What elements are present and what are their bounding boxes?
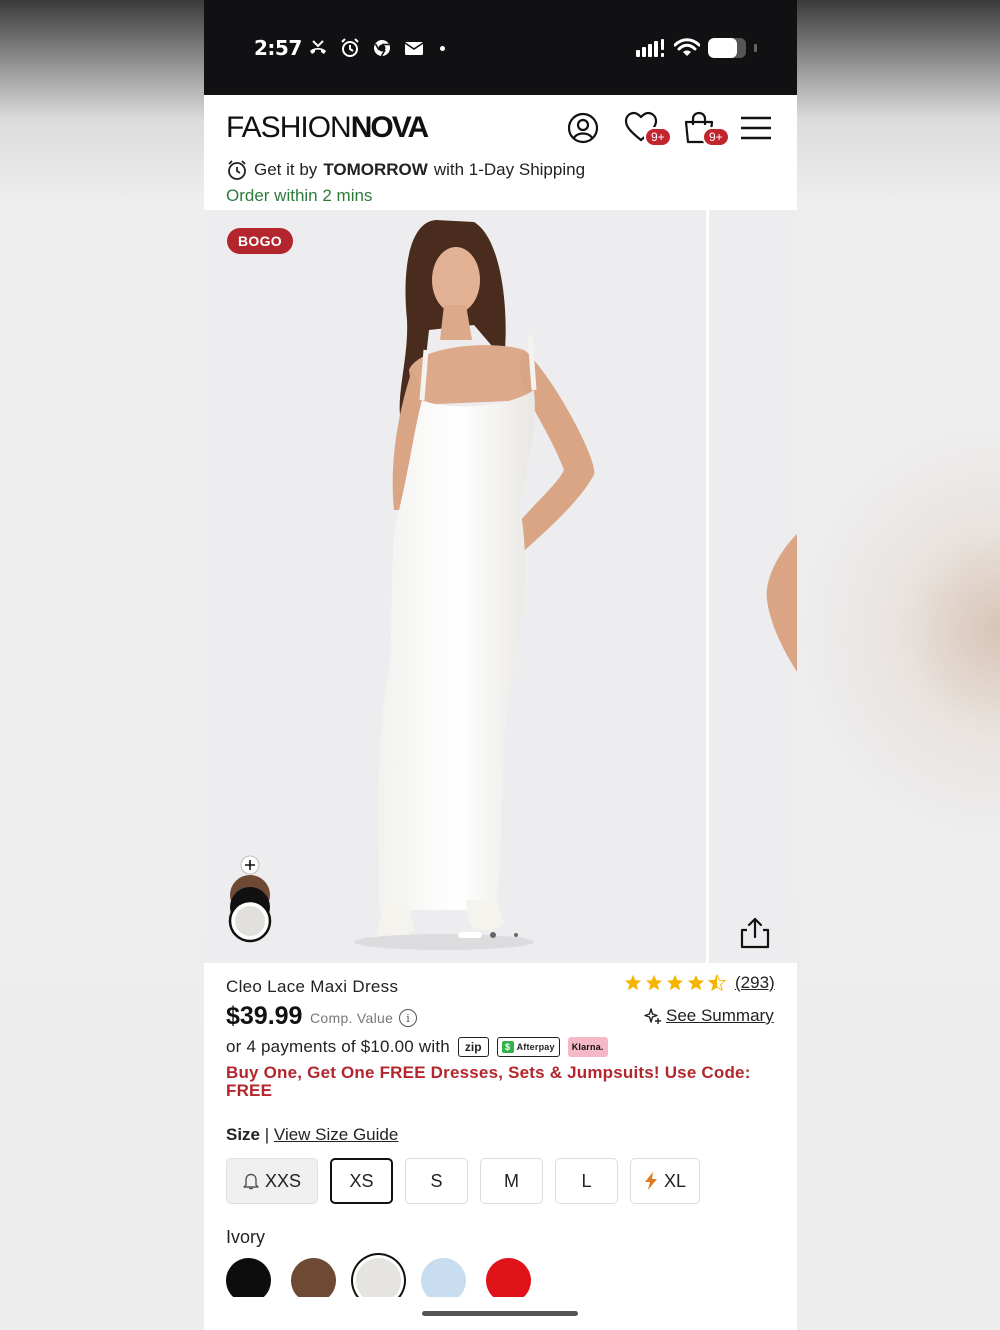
status-bar: 2:57: [204, 0, 797, 95]
size-option-xs[interactable]: XS: [330, 1158, 393, 1204]
home-indicator[interactable]: [422, 1311, 578, 1316]
payments-text: or 4 payments of $10.00 with: [226, 1037, 450, 1056]
pagination-active-dot[interactable]: [458, 932, 482, 938]
pagination-dot[interactable]: [490, 932, 496, 938]
color-swatch-stack[interactable]: [228, 855, 272, 955]
star-full-icon: [624, 974, 642, 991]
cellular-signal-icon: [636, 39, 664, 57]
size-label-text: S: [430, 1170, 443, 1191]
logo-bold-text: NOVA: [350, 111, 429, 144]
bell-notify-icon: [243, 1173, 259, 1190]
shipping-day: TOMORROW: [323, 160, 428, 179]
size-label-text: XL: [663, 1170, 687, 1191]
star-full-icon: [645, 974, 663, 991]
mail-icon: [404, 42, 424, 55]
size-option-xxs[interactable]: XXS: [226, 1158, 318, 1204]
battery-fill: [708, 38, 737, 58]
notification-dot: [440, 45, 445, 51]
size-option-l[interactable]: L: [555, 1158, 618, 1204]
afterpay-label: Afterpay: [516, 1042, 555, 1052]
promo-message: Buy One, Get One FREE Dresses, Sets & Ju…: [226, 1063, 751, 1100]
installment-payments: or 4 payments of $10.00 with zip $ After…: [226, 1037, 608, 1057]
review-count-link[interactable]: (293): [735, 973, 775, 993]
size-label-text: L: [581, 1170, 592, 1191]
klarna-badge[interactable]: Klarna.: [567, 1037, 608, 1057]
alarm-icon: [341, 38, 359, 57]
status-notification-icons: [308, 38, 445, 58]
shipping-prefix: Get it by: [254, 160, 318, 179]
phone-screen: 2:57 FASHIONNOVA 9+ 9+ Get it by TOMORRO…: [204, 0, 797, 1330]
size-label-text: XXS: [264, 1170, 302, 1191]
gallery-pagination[interactable]: [458, 932, 518, 938]
product-photo-model: [354, 220, 595, 950]
cart-count-badge: 9+: [702, 127, 730, 147]
afterpay-badge[interactable]: $ Afterpay: [496, 1037, 560, 1057]
status-time: 2:57: [254, 36, 302, 60]
product-image-main[interactable]: BOGO: [204, 210, 706, 963]
fashion-nova-logo[interactable]: FASHIONNOVA: [226, 111, 429, 145]
pagination-dot[interactable]: [514, 933, 518, 937]
battery-nub: [754, 44, 757, 52]
order-within-countdown: Order within 2 mins: [226, 186, 373, 205]
size-option-xl[interactable]: XL: [630, 1158, 700, 1204]
star-full-icon: [687, 974, 705, 991]
info-icon[interactable]: i: [399, 1009, 418, 1027]
hamburger-menu-icon[interactable]: [739, 111, 773, 145]
wifi-icon: [674, 38, 700, 56]
size-option-m[interactable]: M: [480, 1158, 543, 1204]
chrome-icon: [374, 40, 390, 57]
star-half-icon: [708, 974, 726, 992]
shipping-suffix: with 1-Day Shipping: [433, 160, 586, 179]
product-image-gallery[interactable]: BOGO: [204, 210, 797, 963]
afterpay-icon: $: [501, 1041, 514, 1053]
star-full-icon: [666, 974, 684, 991]
logo-light-text: FASHION: [226, 111, 352, 144]
comp-value-label: Comp. Value: [310, 1010, 394, 1026]
size-option-s[interactable]: S: [405, 1158, 468, 1204]
see-summary-link[interactable]: See Summary: [644, 1006, 774, 1026]
site-header: FASHIONNOVA 9+ 9+ Get it by TOMORROW wit…: [204, 95, 797, 210]
size-guide-link[interactable]: View Size Guide: [274, 1125, 398, 1144]
status-system-icons: [636, 38, 757, 58]
comp-value[interactable]: Comp. Value i: [310, 1009, 418, 1027]
missed-call-icon: [310, 40, 326, 54]
zip-pay-badge[interactable]: zip: [457, 1037, 489, 1057]
share-icon[interactable]: [738, 916, 772, 950]
see-summary-text: See Summary: [666, 1006, 774, 1025]
size-header: Size | View Size Guide: [226, 1125, 399, 1144]
sparkle-icon: [644, 1008, 661, 1024]
size-label: Size: [226, 1125, 261, 1144]
size-label-text: XS: [349, 1170, 374, 1191]
product-name: Cleo Lace Maxi Dress: [226, 977, 399, 996]
bogo-badge: BOGO: [227, 228, 293, 254]
size-selector: XXS XS S M L XL: [226, 1158, 700, 1204]
product-rating[interactable]: (293): [624, 973, 775, 993]
size-label-text: M: [504, 1170, 519, 1191]
lightning-low-stock-icon: [644, 1172, 657, 1190]
product-image-next[interactable]: [709, 210, 797, 963]
wishlist-count-badge: 9+: [644, 127, 672, 147]
clock-alarm-icon: [228, 160, 246, 180]
shipping-banner: Get it by TOMORROW with 1-Day Shipping: [226, 159, 585, 181]
product-price: $39.99: [226, 1002, 303, 1030]
battery-icon: [708, 38, 746, 58]
selected-color-name: Ivory: [226, 1227, 266, 1247]
account-icon[interactable]: [566, 111, 600, 145]
background-blur: [797, 420, 1000, 840]
next-photo-preview: [766, 533, 797, 672]
